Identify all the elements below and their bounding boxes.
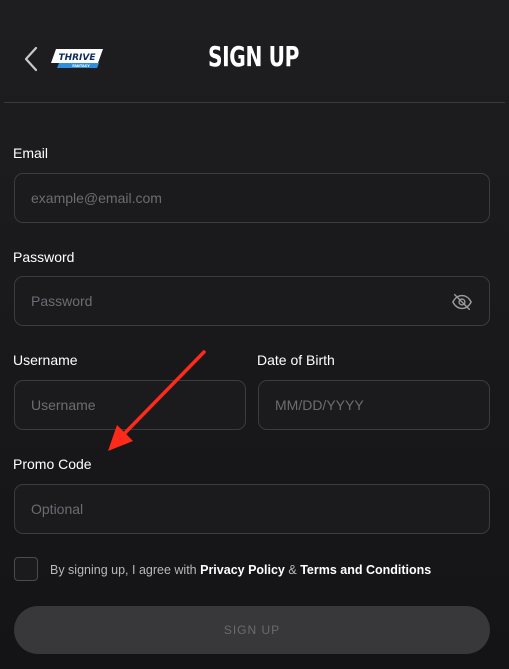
terms-prefix: By signing up, I agree with — [50, 563, 197, 577]
chevron-left-icon — [24, 46, 38, 72]
page-title: SIGN UP — [207, 40, 300, 73]
password-label: Password — [13, 249, 75, 265]
promo-code-label: Promo Code — [13, 456, 92, 472]
email-field-container — [14, 173, 490, 223]
dob-field[interactable] — [259, 381, 489, 429]
header-divider — [4, 102, 505, 103]
dob-field-container — [258, 380, 490, 430]
password-visibility-toggle[interactable] — [451, 291, 473, 313]
email-label: Email — [13, 145, 49, 161]
terms-text: By signing up, I agree with Privacy Poli… — [50, 563, 431, 577]
privacy-policy-link[interactable]: Privacy Policy — [200, 563, 285, 577]
back-button[interactable] — [20, 44, 44, 74]
terms-and-conditions-link[interactable]: Terms and Conditions — [300, 563, 431, 577]
username-field-container — [14, 380, 246, 430]
password-field[interactable] — [15, 277, 489, 325]
eye-off-icon — [452, 293, 472, 311]
sign-up-button[interactable]: SIGN UP — [14, 606, 490, 654]
promo-code-field[interactable] — [15, 485, 489, 533]
header: THRIVE FANTASY SIGN UP — [0, 0, 509, 104]
email-field[interactable] — [15, 174, 489, 222]
terms-joiner: & — [288, 563, 297, 577]
promo-code-field-container — [14, 484, 490, 534]
username-label: Username — [13, 352, 78, 368]
username-field[interactable] — [15, 381, 245, 429]
dob-label: Date of Birth — [257, 352, 335, 368]
password-field-container — [14, 276, 490, 326]
terms-checkbox[interactable] — [14, 557, 38, 581]
